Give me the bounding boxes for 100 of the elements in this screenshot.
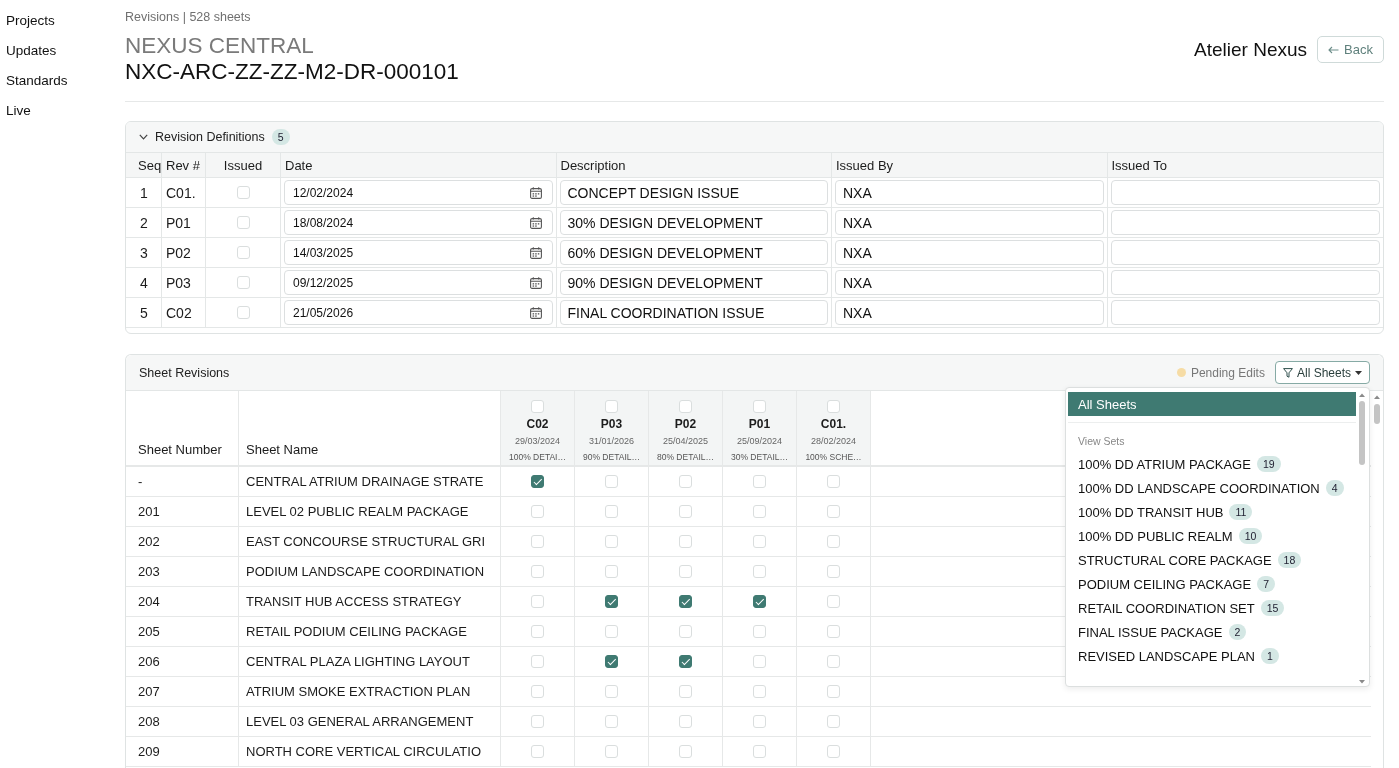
filter-icon bbox=[1282, 367, 1293, 378]
revision-code: C02 bbox=[526, 417, 549, 432]
sidebar-link[interactable]: Live bbox=[6, 103, 31, 119]
menu-item[interactable]: RETAIL COORDINATION SET 15 bbox=[1068, 596, 1356, 620]
table-cell: 3 bbox=[140, 244, 148, 261]
text-field[interactable]: CONCEPT DESIGN ISSUE bbox=[559, 180, 828, 205]
calendar-icon[interactable] bbox=[529, 246, 542, 259]
table-cell: 5 bbox=[140, 304, 148, 321]
revision-date: 31/01/2026 bbox=[588, 436, 634, 447]
calendar-icon[interactable] bbox=[529, 186, 542, 199]
text-field[interactable] bbox=[1110, 240, 1380, 265]
menu-group-label: View Sets bbox=[1078, 435, 1125, 447]
count-badge: 10 bbox=[1238, 528, 1263, 544]
count-badge: 15 bbox=[1260, 600, 1285, 616]
sidebar-link[interactable]: Updates bbox=[6, 43, 57, 59]
checkbox[interactable] bbox=[679, 655, 692, 668]
sidebar-link[interactable]: Standards bbox=[6, 73, 68, 89]
revision-date: 25/04/2025 bbox=[662, 436, 708, 447]
menu-item[interactable]: STRUCTURAL CORE PACKAGE 18 bbox=[1068, 548, 1356, 572]
text-field[interactable]: 30% DESIGN DEVELOPMENT bbox=[559, 210, 828, 235]
date-field[interactable]: 09/12/2025 bbox=[284, 270, 553, 295]
text-field[interactable] bbox=[1110, 180, 1380, 205]
text-field[interactable]: NXA bbox=[835, 180, 1104, 205]
menu-item[interactable]: 100% DD PUBLIC REALM 10 bbox=[1068, 524, 1356, 548]
table-cell: 204 bbox=[138, 594, 160, 609]
count-badge: 4 bbox=[1325, 480, 1344, 496]
date-field[interactable]: 12/02/2024 bbox=[284, 180, 553, 205]
menu-item[interactable]: 100% DD LANDSCAPE COORDINATION 4 bbox=[1068, 476, 1356, 500]
table-cell: ATRIUM SMOKE EXTRACTION PLAN bbox=[246, 684, 471, 699]
table-cell: 1 bbox=[140, 184, 148, 201]
column-header: Seq bbox=[138, 157, 162, 173]
table-cell: P01 bbox=[166, 214, 191, 231]
calendar-icon[interactable] bbox=[529, 216, 542, 229]
revision-description: 90% DETAIL… bbox=[583, 452, 640, 462]
table-cell: 205 bbox=[138, 624, 160, 639]
column-header: Issued bbox=[223, 157, 263, 173]
section-title: Sheet Revisions bbox=[139, 365, 230, 380]
table-cell: 2 bbox=[140, 214, 148, 231]
menu-item[interactable]: 100% DD TRANSIT HUB 11 bbox=[1068, 500, 1356, 524]
status-dot-icon bbox=[1176, 368, 1186, 377]
section-title: Revision Definitions bbox=[155, 130, 265, 144]
checkbox[interactable] bbox=[679, 595, 692, 608]
table-cell: CENTRAL ATRIUM DRAINAGE STRATE bbox=[246, 474, 484, 489]
text-field[interactable]: 90% DESIGN DEVELOPMENT bbox=[559, 270, 828, 295]
table-cell: NORTH CORE VERTICAL CIRCULATIO bbox=[246, 744, 481, 759]
menu-item[interactable]: REVISED LANDSCAPE PLAN 1 bbox=[1068, 644, 1356, 668]
date-field[interactable]: 21/05/2026 bbox=[284, 300, 553, 325]
menu-item[interactable]: 100% DD ATRIUM PACKAGE 19 bbox=[1068, 452, 1356, 476]
revision-date: 28/02/2024 bbox=[810, 436, 856, 447]
text-field[interactable]: NXA bbox=[835, 300, 1104, 325]
text-field[interactable] bbox=[1110, 270, 1380, 295]
revision-code: P01 bbox=[748, 417, 771, 432]
column-header: Rev # bbox=[166, 157, 200, 173]
checkbox[interactable] bbox=[753, 595, 766, 608]
text-field[interactable]: NXA bbox=[835, 270, 1104, 295]
back-button[interactable]: Back bbox=[1317, 36, 1384, 63]
menu-item[interactable]: FINAL ISSUE PACKAGE 2 bbox=[1068, 620, 1356, 644]
caret-down-icon bbox=[1355, 370, 1362, 375]
checkbox[interactable] bbox=[531, 475, 544, 488]
calendar-icon[interactable] bbox=[529, 276, 542, 289]
revision-description: 30% DETAIL… bbox=[731, 452, 788, 462]
table-cell: C02 bbox=[166, 304, 192, 321]
table-cell: P03 bbox=[166, 274, 191, 291]
checkbox[interactable] bbox=[605, 595, 618, 608]
text-field[interactable]: 60% DESIGN DEVELOPMENT bbox=[559, 240, 828, 265]
text-field[interactable] bbox=[1110, 300, 1380, 325]
table-cell: EAST CONCOURSE STRUCTURAL GRI bbox=[246, 534, 486, 549]
scrollbar[interactable] bbox=[1373, 394, 1381, 424]
table-cell: 209 bbox=[138, 744, 160, 759]
table-cell: TRANSIT HUB ACCESS STRATEGY bbox=[246, 594, 462, 609]
text-field[interactable] bbox=[1110, 210, 1380, 235]
count-badge: 1 bbox=[1261, 648, 1279, 664]
checkbox[interactable] bbox=[605, 655, 618, 668]
calendar-icon[interactable] bbox=[529, 306, 542, 319]
table-cell: PODIUM LANDSCAPE COORDINATION bbox=[246, 564, 485, 579]
pending-edits-label: Pending Edits bbox=[1190, 365, 1265, 380]
table-cell: 207 bbox=[138, 684, 160, 699]
table-cell: 4 bbox=[140, 274, 148, 291]
menu-item[interactable]: PODIUM CEILING PACKAGE 7 bbox=[1068, 572, 1356, 596]
chevron-down-icon[interactable] bbox=[139, 134, 148, 140]
text-field[interactable]: FINAL COORDINATION ISSUE bbox=[559, 300, 828, 325]
menu-item[interactable]: All Sheets bbox=[1068, 392, 1356, 416]
count-badge: 11 bbox=[1229, 504, 1253, 520]
column-header: Description bbox=[560, 157, 626, 173]
column-header: Sheet Number bbox=[138, 442, 222, 457]
text-field[interactable]: NXA bbox=[835, 210, 1104, 235]
project-name: NEXUS CENTRAL bbox=[125, 33, 314, 59]
sidebar-link[interactable]: Projects bbox=[6, 13, 55, 29]
table-cell: LEVEL 02 PUBLIC REALM PACKAGE bbox=[246, 504, 469, 519]
filter-button[interactable]: All Sheets bbox=[1274, 361, 1370, 384]
date-field[interactable]: 18/08/2024 bbox=[284, 210, 553, 235]
column-header: Issued To bbox=[1111, 157, 1167, 173]
table-cell: C01. bbox=[166, 184, 196, 201]
count-badge: 7 bbox=[1257, 576, 1275, 592]
table-cell: CENTRAL PLAZA LIGHTING LAYOUT bbox=[246, 654, 470, 669]
arrow-left-icon bbox=[1328, 45, 1340, 54]
table-cell: P02 bbox=[166, 244, 191, 261]
scrollbar[interactable] bbox=[1358, 392, 1366, 685]
text-field[interactable]: NXA bbox=[835, 240, 1104, 265]
date-field[interactable]: 14/03/2025 bbox=[284, 240, 553, 265]
